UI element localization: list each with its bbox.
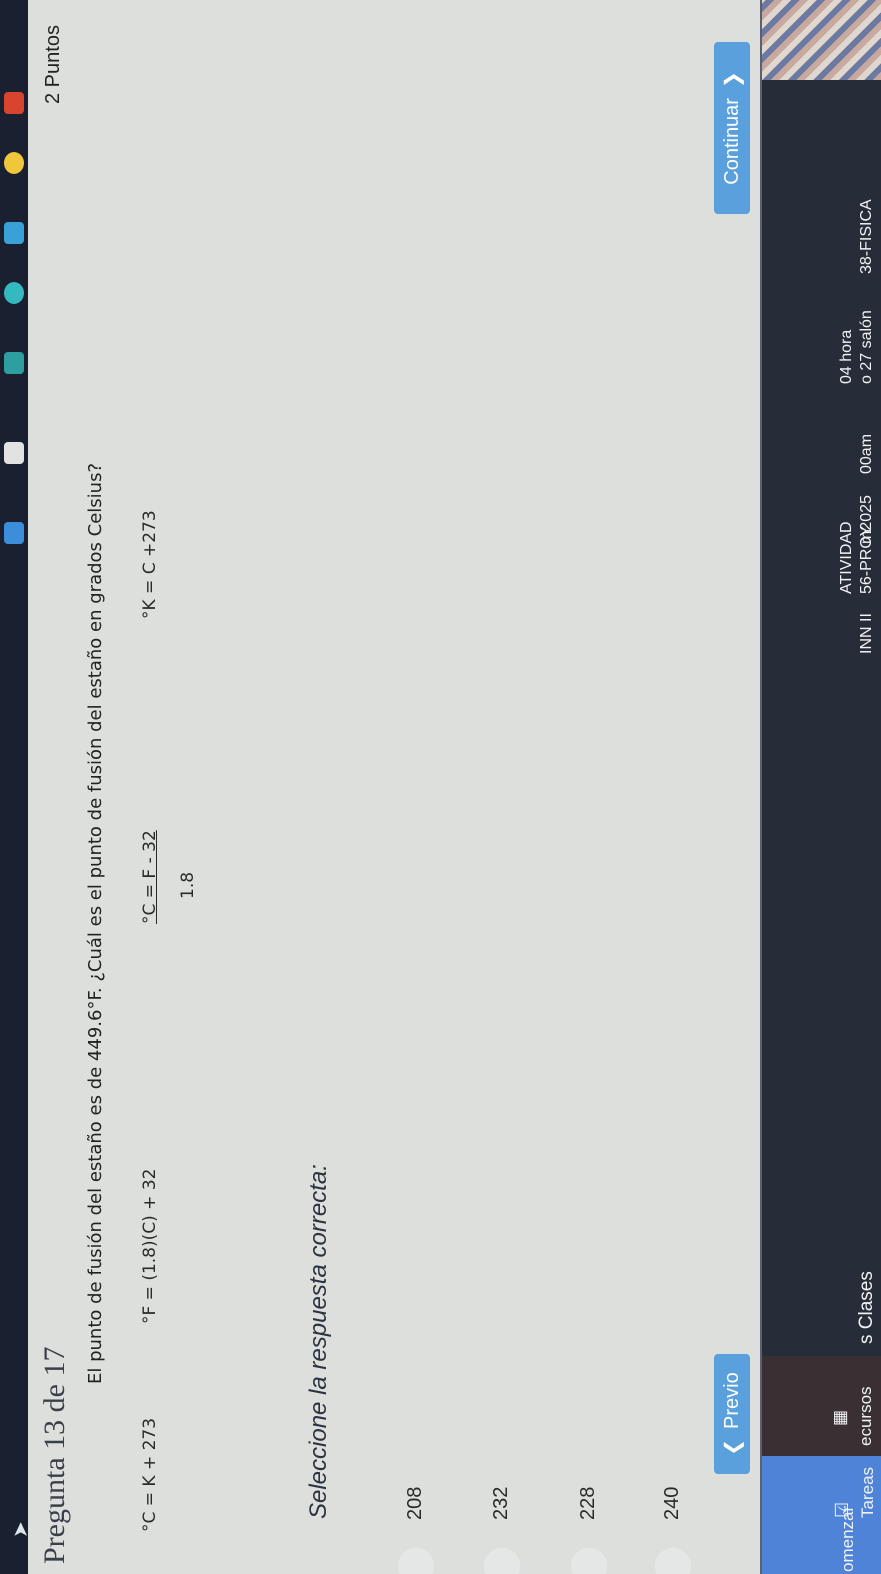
previous-label: Previo: [720, 1372, 743, 1429]
app-icon[interactable]: [4, 522, 24, 544]
question-title: Pregunta 13 de 17: [38, 1346, 71, 1564]
radio-button[interactable]: [484, 1548, 520, 1574]
chevron-left-icon: ❮: [721, 1438, 744, 1456]
sidebar-section-clases[interactable]: s Clases: [856, 1271, 878, 1344]
option-label: 240: [661, 1486, 683, 1520]
formula-kelvin: °K = C +273: [140, 510, 160, 619]
points-label: 2 Puntos: [42, 25, 64, 104]
app-icon[interactable]: [4, 92, 24, 114]
sidebar-item-label: 04 hora: [838, 329, 855, 384]
check-icon: ☑: [832, 1501, 852, 1518]
resources-icon: ▦: [830, 1409, 849, 1426]
option-label: 232: [490, 1486, 512, 1520]
continue-button[interactable]: Continuar ❯: [714, 42, 750, 214]
radio-button[interactable]: [398, 1548, 434, 1574]
chevron-right-icon: ❯: [721, 71, 744, 89]
class-thumbnail[interactable]: [762, 0, 881, 80]
radio-button[interactable]: [655, 1548, 691, 1574]
app-icon[interactable]: [4, 152, 24, 174]
instruction-text: Seleccione la respuesta correcta:: [305, 1164, 332, 1519]
answer-option[interactable]: 208: [398, 1464, 434, 1574]
pin-icon: ➤: [10, 1521, 32, 1538]
sidebar-item-label[interactable]: 38-FISICA: [858, 199, 876, 274]
continue-label: Continuar: [720, 98, 743, 185]
sidebar-item-label[interactable]: 56-PROY: [858, 526, 876, 594]
formula-fahrenheit: °F = (1.8)(C) + 32: [140, 1168, 160, 1324]
sidebar-item-label[interactable]: ecursos: [856, 1386, 876, 1446]
option-label: 208: [404, 1486, 426, 1520]
formula-celsius-numerator: °C = F - 32: [140, 830, 160, 924]
sidebar-item-label: INN II: [858, 613, 875, 654]
answer-option[interactable]: 232: [484, 1464, 520, 1574]
app-icon[interactable]: [4, 352, 24, 374]
sidebar-item-label: o 27 salón: [858, 310, 875, 384]
app-icon[interactable]: [4, 442, 24, 464]
sidebar-item-label[interactable]: Tareas: [858, 1467, 878, 1518]
screen: Pregunta 13 de 17 2 Puntos El punto de f…: [0, 0, 881, 1574]
option-label: 228: [577, 1486, 599, 1520]
app-icon[interactable]: [4, 222, 24, 244]
taskbar: [0, 0, 28, 1574]
formula-celsius-from-kelvin: °C = K + 273: [140, 1417, 160, 1532]
answer-option[interactable]: 240: [655, 1464, 691, 1574]
sidebar-item-label: 00am: [858, 433, 875, 474]
formula-celsius-denominator: 1.8: [178, 871, 198, 899]
question-text: El punto de fusión del estaño es de 449.…: [85, 463, 106, 1384]
sidebar-item-label: ATIVIDAD: [838, 521, 855, 594]
app-icon[interactable]: [4, 282, 24, 304]
answer-option[interactable]: 228: [571, 1464, 607, 1574]
radio-button[interactable]: [571, 1548, 607, 1574]
previous-button[interactable]: ❮ Previo: [714, 1354, 750, 1474]
